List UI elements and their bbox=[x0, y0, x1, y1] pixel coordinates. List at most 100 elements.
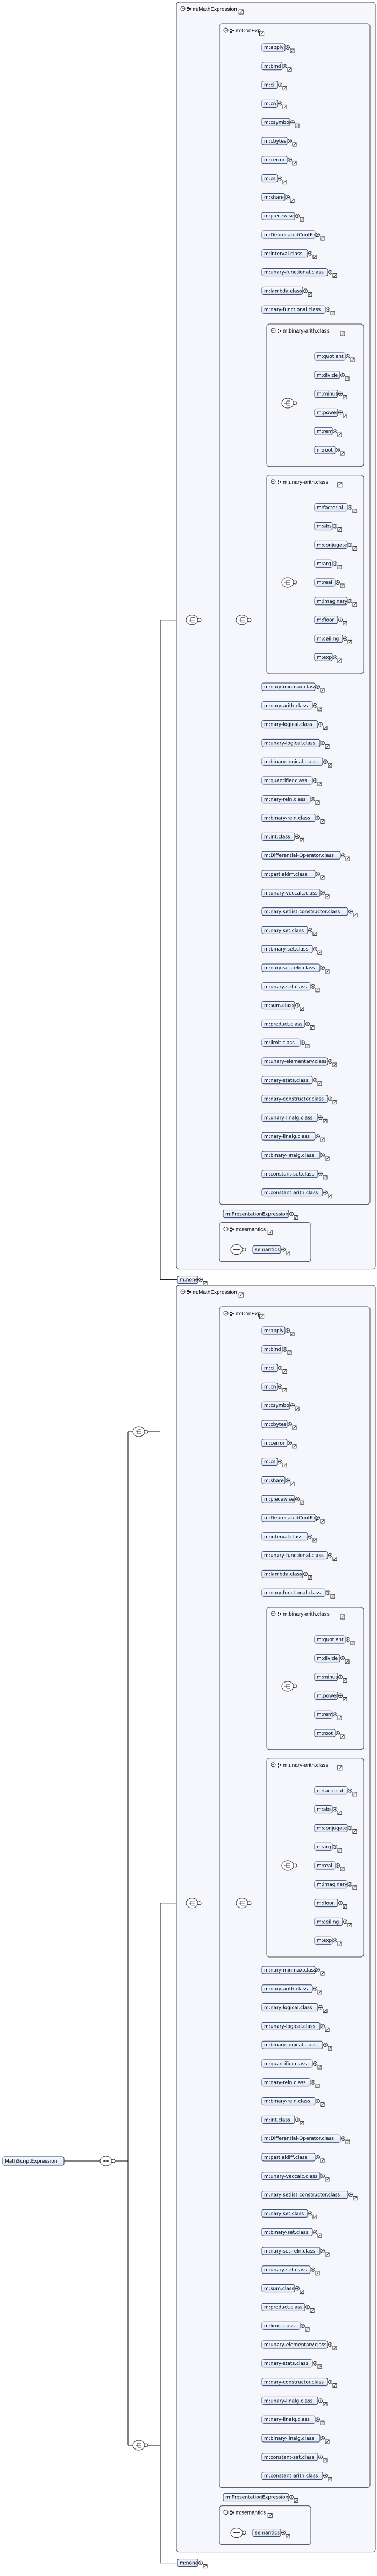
element-none: m:none bbox=[177, 2559, 208, 2569]
element-label: m:power bbox=[317, 410, 338, 416]
element-label: m:none bbox=[180, 2561, 198, 2566]
element-label: m:DeprecatedContExp bbox=[264, 233, 319, 238]
element-label: m:floor bbox=[317, 1901, 334, 1906]
group-glyph-icon bbox=[278, 1615, 279, 1616]
element-presentation-expression: m:PresentationExpression bbox=[223, 1210, 298, 1220]
sequence-glyph-icon bbox=[237, 1249, 239, 1251]
element-label: MathScriptExpression bbox=[5, 2159, 57, 2164]
sequence-glyph-icon bbox=[234, 1249, 236, 1251]
element-label: m:interval.class bbox=[264, 251, 303, 257]
element-differential-operator-class: m:Differential-Operator.class bbox=[261, 851, 350, 861]
element-label: m:imaginary bbox=[317, 1882, 348, 1888]
element-label: m:unary-logical.class bbox=[264, 741, 316, 746]
element-label: m:divide bbox=[317, 373, 338, 378]
element-label: m:root bbox=[317, 1731, 333, 1736]
group-glyph-icon bbox=[187, 1290, 189, 1292]
group-glyph-icon bbox=[278, 329, 279, 330]
element-label: m:nary-minmax.class bbox=[264, 685, 316, 690]
element-label: m:share bbox=[264, 195, 284, 200]
element-binary-logical-class: m:binary-logical.class bbox=[261, 2040, 332, 2051]
group-label: m:semantics bbox=[236, 1227, 266, 1233]
group-glyph-icon bbox=[278, 482, 279, 484]
root-element-mathscript-expression: MathScriptExpression bbox=[2, 2156, 65, 2166]
element-label: m:unary-linalg.class bbox=[264, 1115, 313, 1121]
element-label: m:none bbox=[180, 1278, 198, 1283]
sequence-glyph-icon bbox=[237, 2532, 239, 2534]
element-label: m:nary-stats.class bbox=[264, 2361, 309, 2367]
element-label: m:floor bbox=[317, 618, 334, 623]
element-label: m:cn bbox=[264, 1384, 276, 1390]
group-label: m:binary-arith.class bbox=[283, 1611, 330, 1617]
element-label: m:constant-set.class bbox=[264, 2455, 314, 2460]
group-label: m:unary-arith.class bbox=[283, 480, 328, 485]
element-label: m:binary-logical.class bbox=[264, 2043, 317, 2048]
element-none: m:none bbox=[177, 1276, 208, 1286]
element-label: m:apply bbox=[264, 45, 284, 51]
group-glyph-icon bbox=[232, 30, 234, 31]
group-label: m:MathExpression bbox=[193, 1290, 237, 1296]
element-label: m:constant-arith.class bbox=[264, 2474, 318, 2479]
element-nary-functional-class: m:nary-functional.class bbox=[261, 305, 335, 315]
element-label: m:interval.class bbox=[264, 1535, 303, 1540]
group-glyph-icon bbox=[278, 1612, 279, 1614]
element-label: m:arg bbox=[317, 561, 331, 567]
group-label: m:binary-arith.class bbox=[283, 328, 330, 334]
element-label: m:int.class bbox=[264, 2117, 290, 2123]
element-label: m:constant-set.class bbox=[264, 1172, 314, 1177]
element-label: m:unary-veccalc.class bbox=[264, 2174, 318, 2179]
element-label: m:nary-setlist-constructor.class bbox=[264, 910, 340, 915]
element-label: m:unary-veccalc.class bbox=[264, 891, 318, 896]
expand-icon bbox=[247, 1901, 252, 1905]
group-label: m:semantics bbox=[236, 2510, 266, 2516]
element-label: m:sum.class bbox=[264, 1003, 294, 1009]
element-label: m:csymbol bbox=[264, 120, 290, 125]
element-label: m:nary-arith.class bbox=[264, 1987, 308, 1992]
group-glyph-icon bbox=[230, 1230, 232, 1232]
expand-icon bbox=[293, 580, 297, 585]
element-label: m:unary-logical.class bbox=[264, 2024, 316, 2029]
element-label: m:limit.class bbox=[264, 2324, 295, 2329]
group-glyph-icon bbox=[278, 1765, 279, 1768]
sequence-glyph-icon bbox=[234, 2532, 236, 2534]
element-label: m:cerror bbox=[264, 1441, 285, 1446]
group-glyph-icon bbox=[189, 1291, 191, 1293]
element-label: m:PresentationExpression bbox=[225, 1212, 288, 1217]
element-label: m:nary-constructor.class bbox=[264, 2380, 324, 2385]
element-label: m:nary-setlist-constructor.class bbox=[264, 2193, 340, 2198]
element-label: m:piecewise bbox=[264, 1497, 295, 1502]
element-label: m:lambda.class bbox=[264, 288, 302, 294]
element-label: m:minus bbox=[317, 392, 338, 397]
element-label: m:lambda.class bbox=[264, 1572, 302, 1577]
element-label: m:nary-minmax.class bbox=[264, 1968, 316, 1973]
group-glyph-icon bbox=[280, 330, 281, 332]
element-label: m:limit.class bbox=[264, 1040, 295, 1046]
element-label: m:unary-elementary.class bbox=[264, 2342, 327, 2348]
element-label: m:cn bbox=[264, 101, 276, 107]
element-label: m:rem bbox=[317, 429, 333, 434]
element-unary-functional-class: m:unary-functional.class bbox=[261, 268, 337, 278]
element-constant-arith-class: m:constant-arith.class bbox=[261, 2472, 332, 2482]
element-label: m:PresentationExpression bbox=[225, 2495, 288, 2501]
element-nary-constructor-class: m:nary-constructor.class bbox=[261, 2378, 337, 2388]
element-label: m:nary-constructor.class bbox=[264, 1097, 324, 1102]
element-label: m:unary-functional.class bbox=[264, 1553, 324, 1559]
element-label: m:quantifier.class bbox=[264, 2061, 307, 2067]
expand-icon bbox=[242, 2531, 246, 2535]
group-glyph-icon bbox=[187, 1293, 189, 1294]
group-glyph-icon bbox=[230, 2510, 232, 2512]
group-glyph-icon bbox=[278, 332, 279, 333]
group-glyph-icon bbox=[280, 1764, 281, 1766]
group-glyph-icon bbox=[230, 29, 232, 30]
element-label: m:binary-reln.class bbox=[264, 816, 310, 821]
element-label: m:partialdiff.class bbox=[264, 872, 308, 877]
element-label: m:nary-set.class bbox=[264, 2211, 304, 2216]
element-label: m:unary-functional.class bbox=[264, 270, 324, 276]
group-glyph-icon bbox=[230, 1227, 232, 1229]
expand-icon bbox=[144, 1430, 148, 1434]
element-label: m:cs bbox=[264, 1460, 276, 1465]
element-label: m:Differential-Operator.class bbox=[264, 853, 334, 858]
element-label: m:arg bbox=[317, 1845, 331, 1850]
element-binary-logical-class: m:binary-logical.class bbox=[261, 757, 332, 768]
element-label: m:exp bbox=[317, 1938, 332, 1944]
element-label: m:ci bbox=[264, 83, 274, 88]
